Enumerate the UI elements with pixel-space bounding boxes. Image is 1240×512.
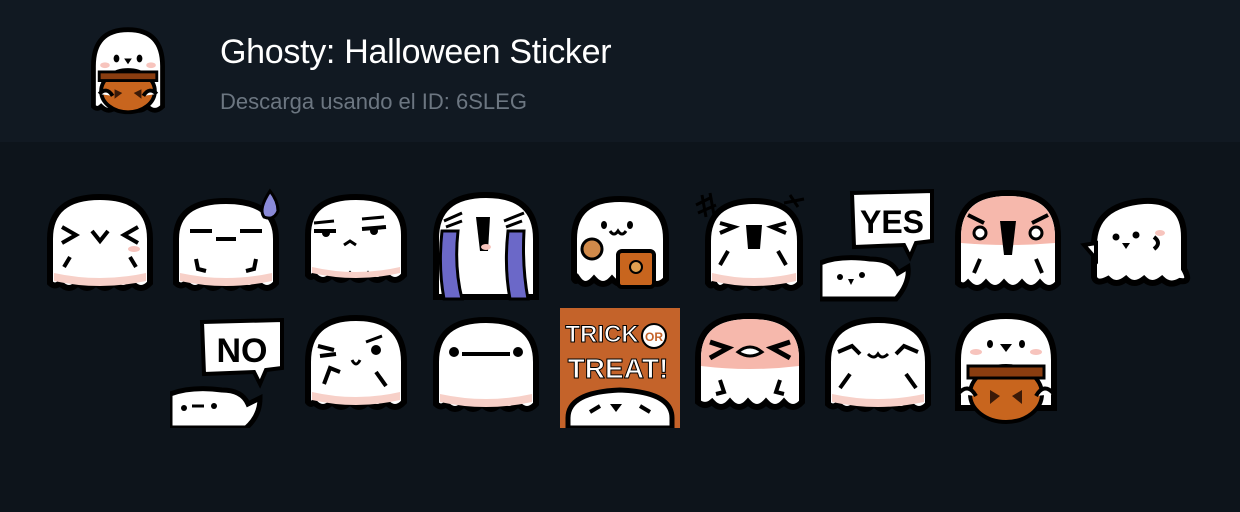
ghost-trick-or-treat-sticker[interactable]: TRICK OR TREAT!: [560, 308, 680, 428]
ghost-angry-scream-sticker[interactable]: [690, 187, 810, 307]
ghost-annoyed-sticker[interactable]: [300, 187, 420, 307]
or-text: OR: [645, 330, 663, 344]
ghost-shocked-blush-sticker[interactable]: [950, 187, 1070, 307]
ghost-yes-sign-sticker[interactable]: YES: [820, 187, 940, 307]
ghost-mad-blush-sticker[interactable]: [690, 308, 810, 428]
no-sign-text: NO: [217, 332, 268, 370]
ghost-pumpkin-icon: [80, 22, 176, 118]
sticker-row: YES: [0, 187, 1240, 307]
ghost-crying-sticker[interactable]: [430, 187, 550, 307]
ghost-peek-sticker[interactable]: [1080, 187, 1200, 307]
ghost-wink-sticker[interactable]: [300, 308, 420, 428]
ghost-sweat-sticker[interactable]: [170, 187, 290, 307]
sticker-row: NO TRICK OR TREAT!: [0, 308, 1240, 428]
sticker-grid: YES NO TRICK OR TREAT!: [0, 142, 1240, 512]
pack-header: Ghosty: Halloween Sticker Descarga usand…: [0, 0, 1240, 142]
ghost-pumpkin-sticker[interactable]: [950, 308, 1070, 428]
ghost-happy-squint-sticker[interactable]: [820, 308, 940, 428]
trick-text: TRICK: [565, 321, 639, 348]
ghost-blank-sticker[interactable]: [430, 308, 550, 428]
pack-title: Ghosty: Halloween Sticker: [220, 33, 612, 71]
ghost-cookie-sticker[interactable]: [560, 187, 680, 307]
yes-sign-text: YES: [860, 204, 924, 240]
ghost-squint-sticker[interactable]: [40, 187, 160, 307]
treat-text: TREAT!: [568, 353, 669, 384]
pack-download-id: Descarga usando el ID: 6SLEG: [220, 89, 527, 114]
ghost-no-sign-sticker[interactable]: NO: [170, 308, 290, 428]
